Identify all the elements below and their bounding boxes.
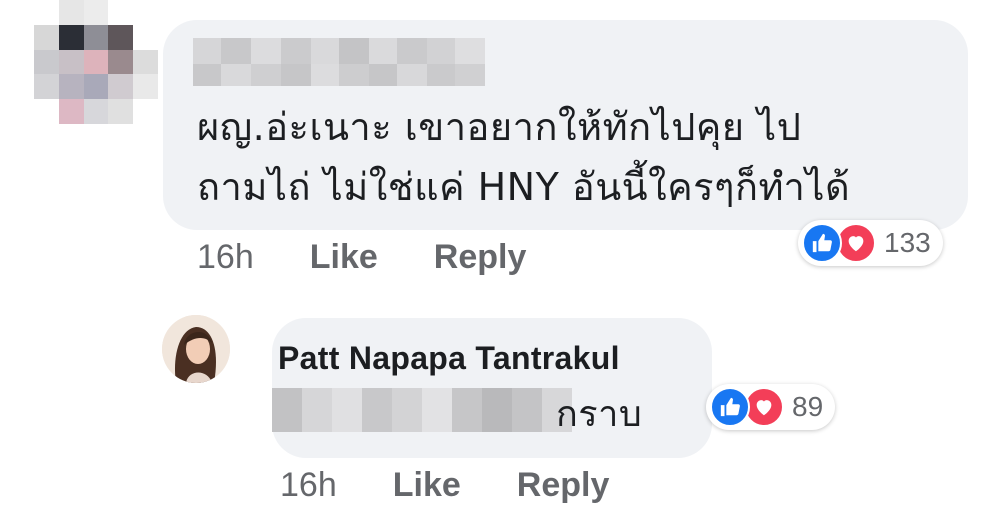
author-name-blurred-lower: [193, 64, 485, 86]
timestamp[interactable]: 16h: [280, 466, 337, 505]
reply-text-blurred: [272, 388, 572, 432]
author-name-blurred[interactable]: [193, 38, 485, 64]
timestamp[interactable]: 16h: [197, 238, 254, 277]
avatar[interactable]: [162, 315, 230, 383]
love-icon: [744, 387, 784, 427]
reaction-count: 89: [792, 391, 824, 422]
reaction-summary[interactable]: 133: [798, 220, 943, 266]
like-button[interactable]: Like: [393, 466, 461, 505]
comment-text-line1: ผญ.อ่ะเนาะ เขาอยากให้ทักไปคุย ไป: [197, 105, 802, 149]
like-icon: [710, 387, 750, 427]
reply-actions: 16h Like Reply: [280, 466, 665, 505]
love-icon: [836, 223, 876, 263]
comment-text-line2: ถามไถ่ ไม่ใช่แค่ HNY อันนี้ใครๆก็ทำได้: [197, 165, 851, 209]
like-button[interactable]: Like: [310, 238, 378, 277]
reply-button[interactable]: Reply: [517, 466, 610, 505]
reaction-count: 133: [884, 227, 931, 258]
like-icon: [802, 223, 842, 263]
reply-text: กราบ: [556, 394, 643, 435]
reply-button[interactable]: Reply: [434, 238, 527, 277]
avatar-pixelated[interactable]: [34, 0, 158, 124]
comment-actions: 16h Like Reply: [197, 238, 582, 277]
comment-author-name[interactable]: Patt Napapa Tantrakul: [278, 340, 620, 377]
reaction-summary[interactable]: 89: [706, 384, 836, 430]
